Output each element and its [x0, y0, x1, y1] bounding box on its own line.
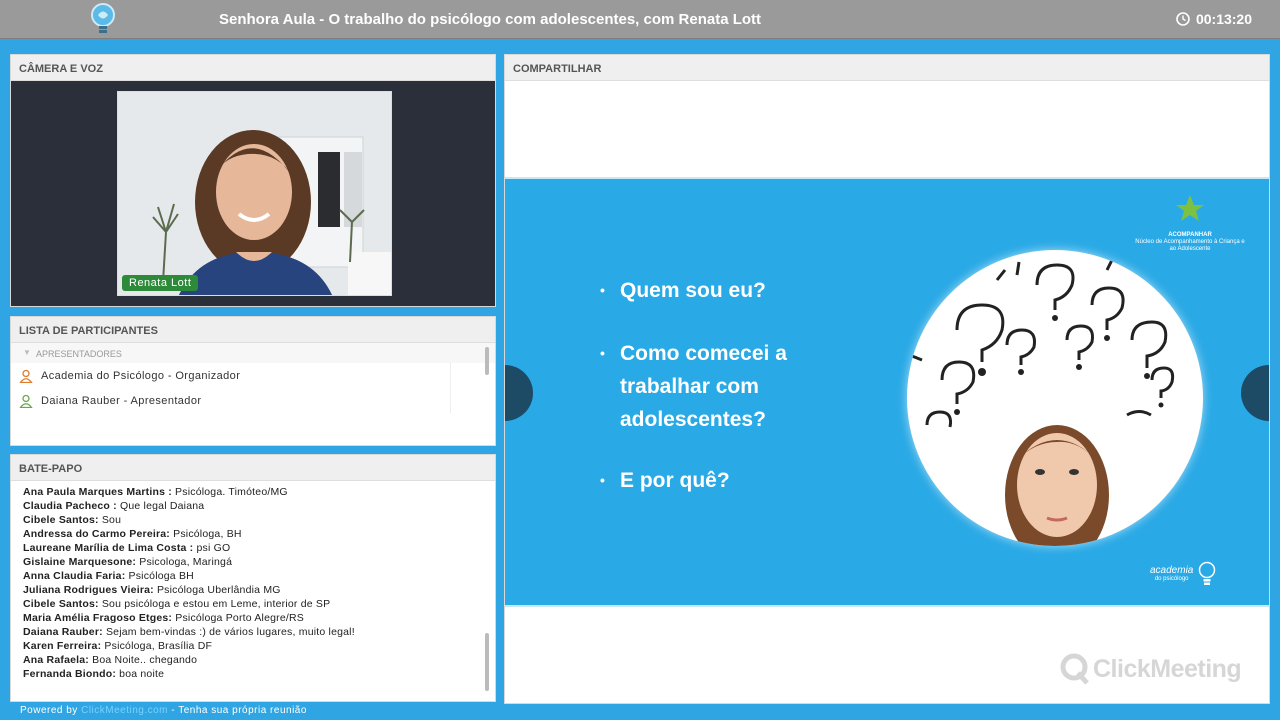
chat-message: Laureane Marília de Lima Costa : psi GO [23, 541, 481, 555]
clock-icon [1176, 12, 1190, 26]
chat-author: Karen Ferreira: [23, 640, 102, 652]
chat-author: Cibele Santos: [23, 514, 99, 526]
chat-text: Sou [98, 514, 122, 526]
own-meeting-link[interactable]: - Tenha sua própria reunião [171, 705, 307, 716]
next-slide-button[interactable] [1241, 365, 1269, 421]
question-marks-image [911, 259, 1178, 546]
clickmeeting-link[interactable]: ClickMeeting.com [81, 705, 168, 716]
chat-message: Daiana Rauber: Sejam bem-vindas :) de vá… [23, 625, 481, 639]
chat-text: Sejam bem-vindas :) de vários lugares, m… [102, 626, 355, 638]
top-bar: Senhora Aula - O trabalho do psicólogo c… [0, 0, 1280, 39]
chat-messages: Ana Paula Marques Martins : Psicóloga. T… [11, 481, 481, 697]
academia-logo: academia do psicólogo [1150, 561, 1217, 587]
chat-message: Karen Ferreira: Psicóloga, Brasília DF [23, 639, 481, 653]
acompanhar-name: ACOMPANHAR [1168, 232, 1212, 238]
powered-by-label: Powered by [20, 705, 78, 716]
participants-panel: LISTA DE PARTICIPANTES ▼ APRESENTADORES … [10, 316, 496, 446]
chat-message: Cibele Santos: Sou psicóloga e estou em … [23, 597, 481, 611]
participant-row[interactable]: Academia do Psicólogo - Organizador [11, 363, 451, 388]
person-icon [19, 369, 33, 383]
timer-value: 00:13:20 [1195, 11, 1252, 27]
slide-bullets: • Quem sou eu? • Como comecei a trabalhar … [600, 274, 810, 527]
presenters-group-label: APRESENTADORES [36, 349, 122, 359]
clickmeeting-watermark: ClickMeeting [1060, 653, 1242, 685]
slide-bullet: • E por quê? [600, 469, 730, 492]
participants-scrollbar[interactable] [485, 347, 489, 375]
chat-message: Juliana Rodrigues Vieira: Psicóloga Uber… [23, 583, 481, 597]
chat-text: Psicologa, Maringá [136, 556, 233, 568]
chat-text: Psicóloga. Timóteo/MG [171, 486, 288, 498]
chat-text: Psicóloga Porto Alegre/RS [172, 612, 304, 624]
chat-message: Ana Rafaela: Boa Noite.. chegando [23, 653, 481, 667]
chat-message: Claudia Pacheco : Que legal Daiana [23, 499, 481, 513]
presenters-group[interactable]: ▼ APRESENTADORES [11, 343, 495, 363]
chat-author: Juliana Rodrigues Vieira: [23, 584, 154, 596]
acompanhar-logo: ACOMPANHAR Núcleo de Acompanhamento à Cr… [1135, 189, 1245, 253]
chat-message: Maria Amélia Fragoso Etges: Psicóloga Po… [23, 611, 481, 625]
chat-text: Boa Noite.. chegando [89, 654, 198, 666]
clickmeeting-watermark-text: ClickMeeting [1093, 654, 1242, 683]
share-panel: COMPARTILHAR • Quem sou eu? • Como comecei… [504, 54, 1270, 704]
lightbulb-icon [1199, 561, 1216, 585]
chat-message: Andressa do Carmo Pereira: Psicóloga, BH [23, 527, 481, 541]
chat-text: Psicóloga, BH [170, 528, 242, 540]
chat-text: psi GO [193, 542, 231, 554]
participant-row[interactable]: Daiana Rauber - Apresentador [11, 388, 451, 413]
academia-name: academia [1150, 565, 1194, 576]
meeting-title: Senhora Aula - O trabalho do psicólogo c… [219, 11, 762, 28]
acompanhar-subtitle: Núcleo de Acompanhamento à Criança e ao … [1135, 239, 1245, 252]
chat-panel: BATE-PAPO Ana Paula Marques Martins : Ps… [10, 454, 496, 702]
chat-text: Psicóloga Uberlândia MG [153, 584, 281, 596]
chat-author: Cibele Santos: [23, 598, 99, 610]
person-icon [19, 394, 33, 408]
chat-author: Anna Claudia Faria: [23, 570, 126, 582]
participants-panel-title: LISTA DE PARTICIPANTES [11, 317, 495, 343]
previous-slide-button[interactable] [505, 365, 533, 421]
chat-panel-title: BATE-PAPO [11, 455, 495, 481]
presentation-slide: • Quem sou eu? • Como comecei a trabalhar … [505, 177, 1269, 607]
chat-author: Daiana Rauber: [23, 626, 103, 638]
chat-author: Ana Paula Marques Martins : [23, 486, 172, 498]
acompanhar-star-icon [1176, 195, 1204, 221]
chat-message: Ana Paula Marques Martins : Psicóloga. T… [23, 485, 481, 499]
clickmeeting-logo-icon [1060, 653, 1089, 685]
collapse-caret-icon: ▼ [23, 348, 31, 357]
slide-bullet: • Como comecei a trabalhar com adolescent… [600, 342, 787, 431]
chat-author: Laureane Marília de Lima Costa : [23, 542, 194, 554]
presenter-video[interactable]: Renata Lott [117, 91, 392, 296]
share-panel-title: COMPARTILHAR [505, 55, 1269, 81]
chat-scrollbar[interactable] [485, 633, 489, 691]
chat-message: Gislaine Marquesone: Psicologa, Maringá [23, 555, 481, 569]
chat-text: Psicóloga, Brasília DF [101, 640, 213, 652]
chat-author: Andressa do Carmo Pereira: [23, 528, 171, 540]
presenter-name-tag: Renata Lott [122, 275, 199, 291]
thinking-girl-illustration [907, 250, 1203, 546]
chat-text: Sou psicóloga e estou em Leme, interior … [98, 598, 331, 610]
powered-by-footer: Powered by ClickMeeting.com - Tenha sua … [20, 705, 307, 716]
chat-author: Fernanda Biondo: [23, 668, 117, 680]
slide-bullet: • Quem sou eu? [600, 279, 766, 302]
academia-subtitle: do psicólogo [1154, 576, 1189, 582]
chat-author: Maria Amélia Fragoso Etges: [23, 612, 173, 624]
chat-author: Gislaine Marquesone: [23, 556, 137, 568]
chat-message: Cibele Santos: Sou [23, 513, 481, 527]
video-frame-image [118, 92, 391, 295]
chat-author: Ana Rafaela: [23, 654, 90, 666]
camera-area: Renata Lott [11, 81, 495, 306]
chat-text: Que legal Daiana [116, 500, 205, 512]
chat-message: Fernanda Biondo: boa noite [23, 667, 481, 681]
lightbulb-logo-icon [91, 3, 115, 33]
chat-text: boa noite [116, 668, 165, 680]
chat-message: Anna Claudia Faria: Psicóloga BH [23, 569, 481, 583]
camera-panel: CÂMERA E VOZ Renata Lott [10, 54, 496, 307]
participant-name: Daiana Rauber - Apresentador [41, 394, 202, 407]
chat-text: Psicóloga BH [125, 570, 194, 582]
camera-panel-title: CÂMERA E VOZ [11, 55, 495, 81]
participant-name: Academia do Psicólogo - Organizador [41, 369, 241, 382]
session-timer: 00:13:20 [1176, 11, 1252, 27]
chat-author: Claudia Pacheco : [23, 500, 117, 512]
